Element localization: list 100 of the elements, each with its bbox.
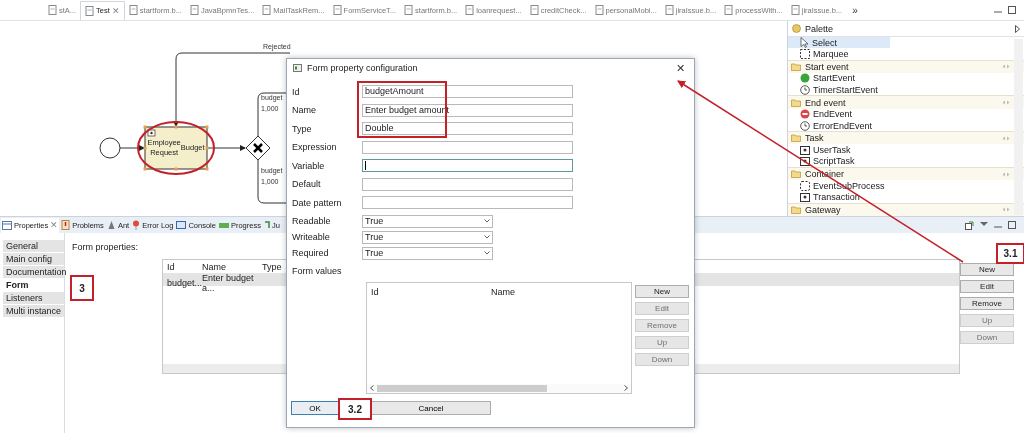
section-tab[interactable]: Listeners [3, 292, 64, 304]
collapse-icon [1002, 100, 1010, 105]
form-values-label: Form values [291, 264, 343, 276]
task-icon [800, 156, 810, 166]
dropdown[interactable]: True [362, 230, 493, 244]
subprocess-icon [800, 180, 810, 191]
window-icon [2, 220, 12, 230]
dropdown[interactable]: True [362, 214, 493, 228]
section-tab[interactable]: Main config [3, 253, 64, 265]
text-field[interactable]: budgetAmount [362, 85, 573, 98]
file-icon [262, 5, 272, 15]
tab-overflow[interactable]: » [852, 4, 858, 16]
action-button[interactable]: New [635, 284, 689, 298]
action-button[interactable]: Remove [960, 297, 1014, 310]
field-label: Writeable [292, 232, 331, 242]
text-field[interactable] [362, 159, 573, 172]
step-label: 3.1 [996, 243, 1024, 264]
field-label: Name [292, 105, 317, 115]
file-icon [465, 5, 475, 15]
palette-title: Palette [805, 23, 834, 34]
palette-item[interactable]: ErrorEndEvent [788, 119, 890, 132]
folder-icon [791, 134, 801, 143]
palette-item[interactable]: Transaction [788, 191, 890, 203]
action-button[interactable]: Edit [960, 280, 1014, 293]
start-event-icon [800, 73, 810, 84]
action-button[interactable]: New [960, 263, 1014, 276]
file-icon [790, 5, 800, 15]
file-icon [128, 5, 138, 15]
file-icon [332, 5, 342, 15]
maximize-icon [1008, 220, 1016, 229]
user-task-node[interactable] [143, 125, 209, 171]
field-label: Id [292, 86, 301, 97]
start-event-circle [99, 137, 121, 159]
text-field[interactable] [362, 140, 573, 154]
palette-group[interactable]: End event [788, 95, 1024, 109]
ok-button[interactable]: OK [291, 401, 339, 415]
close-icon[interactable]: ✕ [111, 5, 120, 16]
task-icon [800, 145, 810, 155]
form-properties-label: Form properties: [72, 242, 140, 252]
file-icon [48, 5, 57, 15]
field-label: Expression [292, 142, 338, 152]
dialog-title: Form property configuration [307, 63, 418, 73]
view-menu-icon [980, 220, 988, 227]
collapse-icon [1002, 207, 1010, 213]
warning-icon [61, 220, 71, 230]
field-label: Readable [292, 216, 332, 226]
palette-tool[interactable]: Marquee [788, 48, 890, 60]
marquee-icon [800, 48, 810, 59]
palette-item[interactable]: TimerStartEvent [788, 84, 890, 96]
new-window-icon [965, 220, 974, 230]
chevron-icon [484, 219, 490, 223]
field-label: Required [292, 248, 330, 258]
column-header: Name [202, 261, 227, 272]
dialog-icon [293, 64, 302, 72]
text-field[interactable]: Double [362, 122, 573, 135]
exclusive-gateway[interactable] [245, 135, 271, 161]
pin-icon [132, 220, 141, 230]
palette-item[interactable]: StartEvent [788, 72, 890, 85]
section-tab[interactable]: Multi instance [3, 305, 64, 317]
palette-item[interactable]: UserTask [788, 144, 890, 156]
text-field[interactable] [362, 196, 573, 209]
palette-group[interactable]: Task [788, 131, 1024, 145]
palette-item[interactable]: EndEvent [788, 108, 890, 120]
cancel-button[interactable]: Cancel [371, 401, 491, 415]
folder-icon [791, 205, 801, 214]
palette-tool[interactable]: Select [788, 37, 890, 49]
chevron-icon [484, 235, 490, 239]
chevron-icon [484, 251, 490, 255]
task-icon [800, 192, 810, 202]
field-label: Default [292, 179, 322, 189]
folder-icon [791, 62, 801, 71]
column-header: Id [167, 261, 176, 272]
file-icon [664, 5, 674, 15]
close-icon[interactable]: ✕ [50, 220, 59, 230]
maximize-icon [1008, 6, 1016, 14]
section-tab[interactable]: General [3, 240, 64, 252]
file-icon [594, 5, 604, 15]
pointer-icon [800, 37, 809, 49]
step-label: 3 [70, 275, 94, 301]
scrollbar[interactable] [367, 383, 631, 393]
clock-icon [800, 120, 810, 131]
file-icon [529, 5, 539, 15]
text-field[interactable] [362, 177, 573, 191]
palette-group[interactable]: Gateway [788, 202, 1024, 216]
palette-item[interactable]: ScriptTask [788, 155, 890, 167]
dropdown[interactable]: True [362, 246, 493, 260]
palette-group[interactable]: Start event [788, 59, 1024, 73]
section-tab[interactable]: Documentation [3, 266, 64, 278]
progress-icon [218, 221, 229, 229]
chevron-right-icon [624, 385, 628, 391]
scrollbar[interactable] [1014, 39, 1023, 215]
close-button[interactable]: ✕ [673, 61, 688, 75]
column-header: Type [262, 261, 283, 272]
folder-icon [791, 98, 801, 107]
collapse-icon [1002, 64, 1010, 70]
file-icon [724, 5, 734, 15]
clock-icon [800, 84, 810, 95]
field-label: Type [292, 123, 313, 134]
field-label: Variable [292, 160, 326, 171]
file-icon [189, 5, 199, 15]
